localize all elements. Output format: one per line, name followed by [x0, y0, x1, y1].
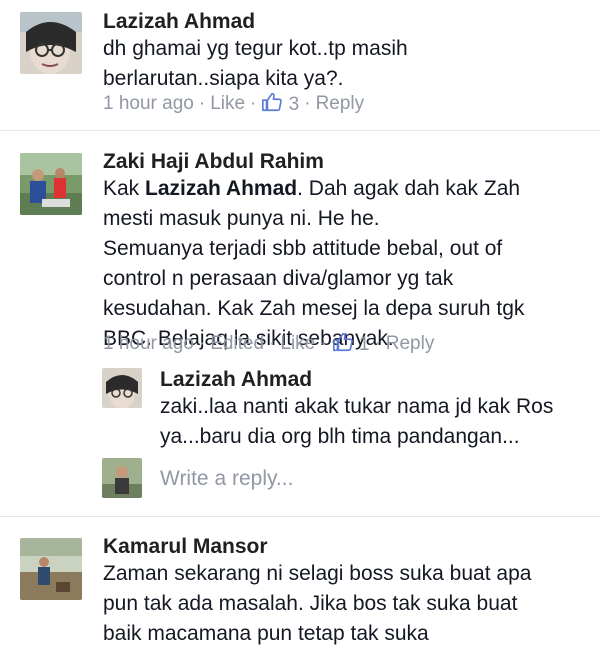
- avatar[interactable]: [20, 538, 82, 600]
- comment-author[interactable]: Kamarul Mansor: [103, 535, 268, 559]
- edited-label[interactable]: Edited: [210, 333, 264, 355]
- reply-author[interactable]: Lazizah Ahmad: [160, 368, 312, 392]
- comment-author[interactable]: Zaki Haji Abdul Rahim: [103, 150, 324, 174]
- separator-dot: ·: [374, 332, 381, 354]
- reply-link[interactable]: Reply: [386, 333, 435, 355]
- separator-dot: ·: [198, 92, 206, 114]
- comment-text: dh ghamai yg tegur kot..tp masih berlaru…: [103, 34, 408, 94]
- comment-text: Zaman sekarang ni selagi boss suka buat …: [103, 559, 531, 649]
- comment-meta: 1 hour ago · Like · 3 · Reply: [103, 91, 364, 116]
- separator-dot: ·: [198, 332, 206, 354]
- separator-dot: ·: [269, 332, 276, 354]
- write-reply-input[interactable]: Write a reply...: [160, 467, 293, 491]
- comment-text-suffix: . Dah agak dah kak Zah: [297, 177, 521, 200]
- like-count-value: 3: [288, 93, 300, 115]
- avatar-photo-icon: [102, 368, 142, 408]
- comment-text-line: berlarutan..siapa kita ya?.: [103, 67, 344, 90]
- comment-author[interactable]: Lazizah Ahmad: [103, 10, 255, 34]
- separator-dot: ·: [250, 92, 257, 114]
- reply-link[interactable]: Reply: [316, 93, 365, 115]
- reply-text: zaki..laa nanti akak tukar nama jd kak R…: [160, 392, 553, 452]
- thumbs-up-icon: [332, 332, 353, 352]
- like-link[interactable]: Like: [280, 333, 315, 355]
- comment-text-line: Kak Lazizah Ahmad. Dah agak dah kak Zah: [103, 174, 524, 204]
- comment-meta: 1 hour ago · Edited · Like · 1 · Reply: [103, 331, 434, 356]
- comment-text-line: baik macamana pun tetap tak suka: [103, 622, 429, 645]
- comment-text-line: Semuanya terjadi sbb attitude bebal, out…: [103, 237, 503, 260]
- avatar-photo-icon: [20, 12, 82, 74]
- avatar[interactable]: [20, 12, 82, 74]
- avatar: [102, 458, 142, 498]
- comment-text-line: dh ghamai yg tegur kot..tp masih: [103, 37, 408, 60]
- avatar-photo-icon: [20, 153, 82, 215]
- like-link[interactable]: Like: [210, 93, 245, 115]
- like-count-value: 1: [358, 333, 370, 355]
- thumbs-up-icon: [262, 92, 283, 112]
- avatar[interactable]: [102, 368, 142, 408]
- avatar-photo-icon: [20, 538, 82, 600]
- reply-text-line: zaki..laa nanti akak tukar nama jd kak R…: [160, 395, 554, 418]
- comment-text-line: pun tak ada masalah. Jika bos tak suka b…: [103, 592, 518, 615]
- comment-text: Kak Lazizah Ahmad. Dah agak dah kak Zah …: [103, 174, 524, 354]
- separator-dot: ·: [304, 92, 311, 114]
- comment-text-prefix: Kak: [103, 177, 146, 200]
- comment-item: Kamarul Mansor Zaman sekarang ni selagi …: [0, 517, 600, 645]
- mention-link[interactable]: Lazizah Ahmad: [145, 177, 297, 200]
- comment-text-line: mesti masuk punya ni. He he.: [103, 207, 380, 230]
- timestamp[interactable]: 1 hour ago: [103, 333, 194, 355]
- separator-dot: ·: [320, 332, 327, 354]
- avatar-photo-icon: [102, 458, 142, 498]
- comment-item: Lazizah Ahmad dh ghamai yg tegur kot..tp…: [0, 0, 600, 130]
- reply-text-line: ya...baru dia org blh tima pandangan...: [160, 425, 520, 448]
- like-count[interactable]: 1: [332, 331, 370, 356]
- timestamp[interactable]: 1 hour ago: [103, 93, 194, 115]
- comment-text-line: kesudahan. Kak Zah mesej la depa suruh t…: [103, 297, 525, 320]
- like-count[interactable]: 3: [261, 91, 299, 116]
- comment-text-line: Zaman sekarang ni selagi boss suka buat …: [103, 562, 532, 585]
- comment-text-line: control n perasaan diva/glamor yg tak: [103, 267, 454, 290]
- comment-item: Zaki Haji Abdul Rahim Kak Lazizah Ahmad.…: [0, 131, 600, 516]
- avatar[interactable]: [20, 153, 82, 215]
